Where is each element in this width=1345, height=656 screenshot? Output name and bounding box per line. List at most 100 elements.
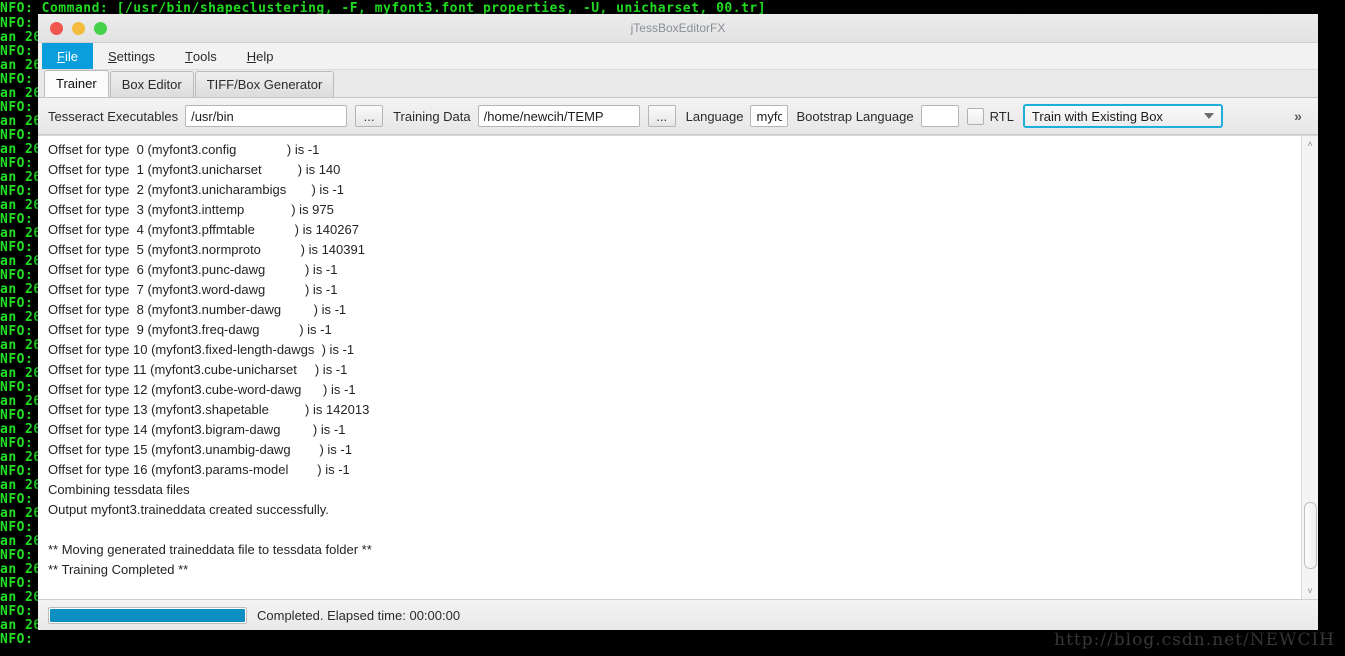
training-data-label: Training Data — [393, 108, 471, 124]
terminal-gutter-line: an 26 — [0, 366, 42, 381]
console-line: ** Moving generated traineddata file to … — [48, 542, 372, 557]
terminal-gutter-line: an 26 — [0, 478, 42, 493]
terminal-gutter-line: an 26 — [0, 590, 42, 605]
minimize-icon[interactable] — [72, 21, 85, 35]
scrollbar-thumb[interactable] — [1304, 502, 1317, 569]
menu-item-file[interactable]: File — [42, 43, 93, 69]
window-controls — [50, 21, 107, 35]
title-bar: jTessBoxEditorFX — [38, 14, 1318, 43]
terminal-gutter-line: NFO: — [0, 268, 34, 283]
console-line: Offset for type 16 (myfont3.params-model… — [48, 462, 350, 477]
terminal-gutter-line: an 26 — [0, 254, 42, 269]
tab-box-editor[interactable]: Box Editor — [109, 71, 194, 97]
menu-item-tools[interactable]: Tools — [170, 43, 232, 69]
terminal-gutter-line: NFO: — [0, 212, 34, 227]
bootstrap-language-input[interactable] — [920, 105, 959, 127]
terminal-gutter-line: NFO: — [0, 240, 34, 255]
terminal-gutter-line: an 26 — [0, 114, 42, 129]
terminal-gutter-line: an 26 — [0, 30, 42, 45]
terminal-gutter-line: an 26 — [0, 86, 42, 101]
watermark: http://blog.csdn.net/NEWCIH — [1054, 630, 1335, 650]
status-text: Completed. Elapsed time: 00:00:00 — [257, 607, 461, 623]
menu-mnemonic: T — [184, 48, 193, 64]
language-label: Language — [685, 108, 744, 124]
console-area: Offset for type 0 (myfont3.config ) is -… — [38, 135, 1318, 599]
maximize-icon[interactable] — [94, 21, 107, 35]
terminal-gutter-line: NFO: — [0, 100, 34, 115]
tab-trainer[interactable]: Trainer — [44, 70, 109, 97]
language-input[interactable] — [750, 105, 789, 127]
console-line: Offset for type 7 (myfont3.word-dawg ) i… — [48, 282, 338, 297]
scroll-up-icon[interactable]: ˄ — [1302, 136, 1318, 152]
training-data-input[interactable] — [477, 105, 640, 127]
training-data-browse-button[interactable]: ... — [647, 105, 676, 127]
menu-label-rest: elp — [256, 48, 274, 64]
console-line: Offset for type 13 (myfont3.shapetable )… — [48, 402, 370, 417]
console-line: Offset for type 14 (myfont3.bigram-dawg … — [48, 422, 346, 437]
terminal-gutter-line: NFO: — [0, 324, 34, 339]
console-line: Offset for type 15 (myfont3.unambig-dawg… — [48, 442, 352, 457]
terminal-gutter-line: NFO: — [0, 156, 34, 171]
terminal-gutter-line: NFO: — [0, 296, 34, 311]
terminal-gutter-line: an 26 — [0, 338, 42, 353]
terminal-gutter-line: NFO: — [0, 520, 34, 535]
terminal-gutter-line: an 26 — [0, 142, 42, 157]
scrollbar-track[interactable] — [1302, 152, 1318, 583]
tab-strip: Trainer Box Editor TIFF/Box Generator — [38, 70, 1318, 98]
trainer-toolbar: Tesseract Executables ... Training Data … — [38, 98, 1318, 135]
terminal-gutter-line: NFO: — [0, 492, 34, 507]
console-line: Offset for type 6 (myfont3.punc-dawg ) i… — [48, 262, 338, 277]
menu-mnemonic: S — [107, 48, 117, 64]
console-line: Offset for type 9 (myfont3.freq-dawg ) i… — [48, 322, 332, 337]
console-line: Offset for type 4 (myfont3.pffmtable ) i… — [48, 222, 359, 237]
terminal-gutter-line: an 26 — [0, 226, 42, 241]
console-output[interactable]: Offset for type 0 (myfont3.config ) is -… — [38, 136, 1301, 599]
terminal-gutter-line: an 26 — [0, 618, 42, 633]
scroll-down-icon[interactable]: ˅ — [1302, 583, 1318, 599]
console-line: Combining tessdata files — [48, 482, 190, 497]
console-line: ** Training Completed ** — [48, 562, 189, 577]
tesseract-browse-button[interactable]: ... — [355, 105, 384, 127]
terminal-gutter-line: NFO: — [0, 352, 34, 367]
training-mode-value: Train with Existing Box — [1031, 108, 1163, 124]
console-line: Offset for type 11 (myfont3.cube-unichar… — [48, 362, 348, 377]
terminal-gutter-line: NFO: — [0, 128, 34, 143]
terminal-gutter-line: NFO: — [0, 632, 34, 647]
terminal-gutter-line: an 26 — [0, 310, 42, 325]
tab-tiff-box-generator[interactable]: TIFF/Box Generator — [194, 71, 335, 97]
terminal-gutter-line: NFO: — [0, 380, 34, 395]
close-icon[interactable] — [50, 21, 63, 35]
terminal-gutter-line: an 26 — [0, 562, 42, 577]
status-bar: Completed. Elapsed time: 00:00:00 — [38, 599, 1318, 630]
progress-bar — [48, 606, 247, 624]
terminal-gutter-line: NFO: — [0, 464, 34, 479]
training-mode-select[interactable]: Train with Existing Box — [1022, 104, 1223, 128]
tesseract-executables-label: Tesseract Executables — [48, 108, 179, 124]
progress-bar-fill — [50, 608, 245, 622]
console-line: Offset for type 0 (myfont3.config ) is -… — [48, 142, 320, 157]
terminal-gutter-line: an 26 — [0, 170, 42, 185]
window-title: jTessBoxEditorFX — [630, 21, 726, 35]
console-line: Offset for type 12 (myfont3.cube-word-da… — [48, 382, 356, 397]
console-line: Offset for type 2 (myfont3.unicharambigs… — [48, 182, 344, 197]
chevron-down-icon — [1203, 113, 1214, 119]
terminal-gutter-line: NFO: — [0, 184, 34, 199]
terminal-gutter-line: an 26 — [0, 534, 42, 549]
terminal-gutter-line: NFO: — [0, 576, 34, 591]
toolbar-overflow-button[interactable]: » — [1278, 98, 1318, 134]
terminal-gutter-line: an 26 — [0, 282, 42, 297]
console-scrollbar[interactable]: ˄ ˅ — [1301, 136, 1318, 599]
console-line: Offset for type 1 (myfont3.unicharset ) … — [48, 162, 341, 177]
console-line: Output myfont3.traineddata created succe… — [48, 502, 329, 517]
console-line: Offset for type 3 (myfont3.inttemp ) is … — [48, 202, 334, 217]
console-line: Offset for type 10 (myfont3.fixed-length… — [48, 342, 355, 357]
menu-mnemonic: F — [57, 48, 65, 64]
rtl-checkbox[interactable] — [966, 107, 984, 125]
tesseract-executables-input[interactable] — [185, 105, 348, 127]
menu-label-rest: ile — [64, 48, 78, 64]
menu-item-settings[interactable]: Settings — [93, 43, 170, 69]
terminal-gutter-line: NFO: — [0, 72, 34, 87]
rtl-label: RTL — [989, 108, 1014, 124]
menu-item-help[interactable]: Help — [232, 43, 289, 69]
application-window: jTessBoxEditorFX File Settings Tools Help T… — [38, 14, 1318, 630]
